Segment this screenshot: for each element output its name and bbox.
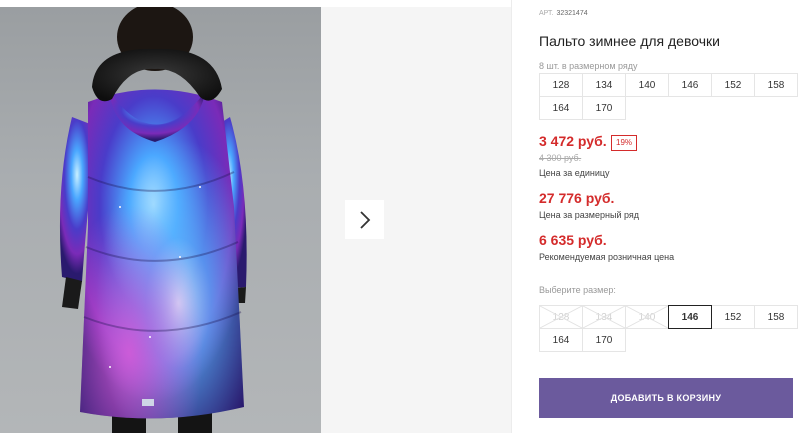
- size-row-cell: 158: [754, 73, 798, 97]
- unavailable-cross-icon: [626, 306, 668, 328]
- size-row-price-caption: Цена за размерный ряд: [539, 210, 640, 220]
- size-option-label: 164: [552, 334, 570, 346]
- choose-size-label: Выберите размер:: [539, 285, 616, 295]
- chevron-right-icon: [359, 210, 370, 229]
- size-option-label: 146: [681, 311, 699, 323]
- size-option-label: 158: [767, 311, 785, 323]
- product-title: Пальто зимнее для девочки: [539, 33, 720, 49]
- size-option-134: 134: [582, 305, 626, 329]
- size-option-164[interactable]: 164: [539, 328, 583, 352]
- size-option-label: 170: [595, 334, 613, 346]
- size-row-label: 8 шт. в размерном ряду: [539, 61, 638, 71]
- size-row-cell: 170: [582, 96, 626, 120]
- size-option-140: 140: [625, 305, 669, 329]
- product-photo[interactable]: [0, 7, 321, 433]
- size-option-128: 128: [539, 305, 583, 329]
- product-gallery: [0, 0, 511, 433]
- size-row-cell: 140: [625, 73, 669, 97]
- add-to-cart-button[interactable]: ДОБАВИТЬ В КОРЗИНУ: [539, 378, 793, 418]
- panel-divider: [511, 0, 512, 433]
- size-row-grid: 128 134 140 146 152 158 164 170: [539, 73, 798, 120]
- size-row-price: 27 776 руб.: [539, 190, 615, 206]
- size-row-cell: 164: [539, 96, 583, 120]
- unit-price-caption: Цена за единицу: [539, 168, 610, 178]
- retail-price: 6 635 руб.: [539, 232, 607, 248]
- next-image-button[interactable]: [345, 200, 384, 239]
- unavailable-cross-icon: [583, 306, 625, 328]
- size-selector: 128 134 140 146 152 158 164 170: [539, 305, 798, 352]
- size-row-cell: 152: [711, 73, 755, 97]
- size-row-cell: 128: [539, 73, 583, 97]
- size-option-label: 152: [724, 311, 742, 323]
- size-row-cell: 146: [668, 73, 712, 97]
- old-price: 4 300 руб.: [539, 153, 582, 163]
- article-value: 32321474: [556, 10, 588, 17]
- article-label: АРТ.: [539, 10, 554, 17]
- unavailable-cross-icon: [540, 306, 582, 328]
- discount-badge: 19%: [611, 135, 638, 151]
- coat-illustration: [59, 7, 247, 433]
- size-row-cell: 134: [582, 73, 626, 97]
- size-option-158[interactable]: 158: [754, 305, 798, 329]
- size-option-170[interactable]: 170: [582, 328, 626, 352]
- article-number: АРТ. 32321474: [539, 10, 588, 17]
- retail-price-caption: Рекомендуемая розничная цена: [539, 252, 675, 262]
- size-option-152[interactable]: 152: [711, 305, 755, 329]
- size-option-146[interactable]: 146: [668, 305, 712, 329]
- unit-price: 3 472 руб.: [539, 133, 607, 149]
